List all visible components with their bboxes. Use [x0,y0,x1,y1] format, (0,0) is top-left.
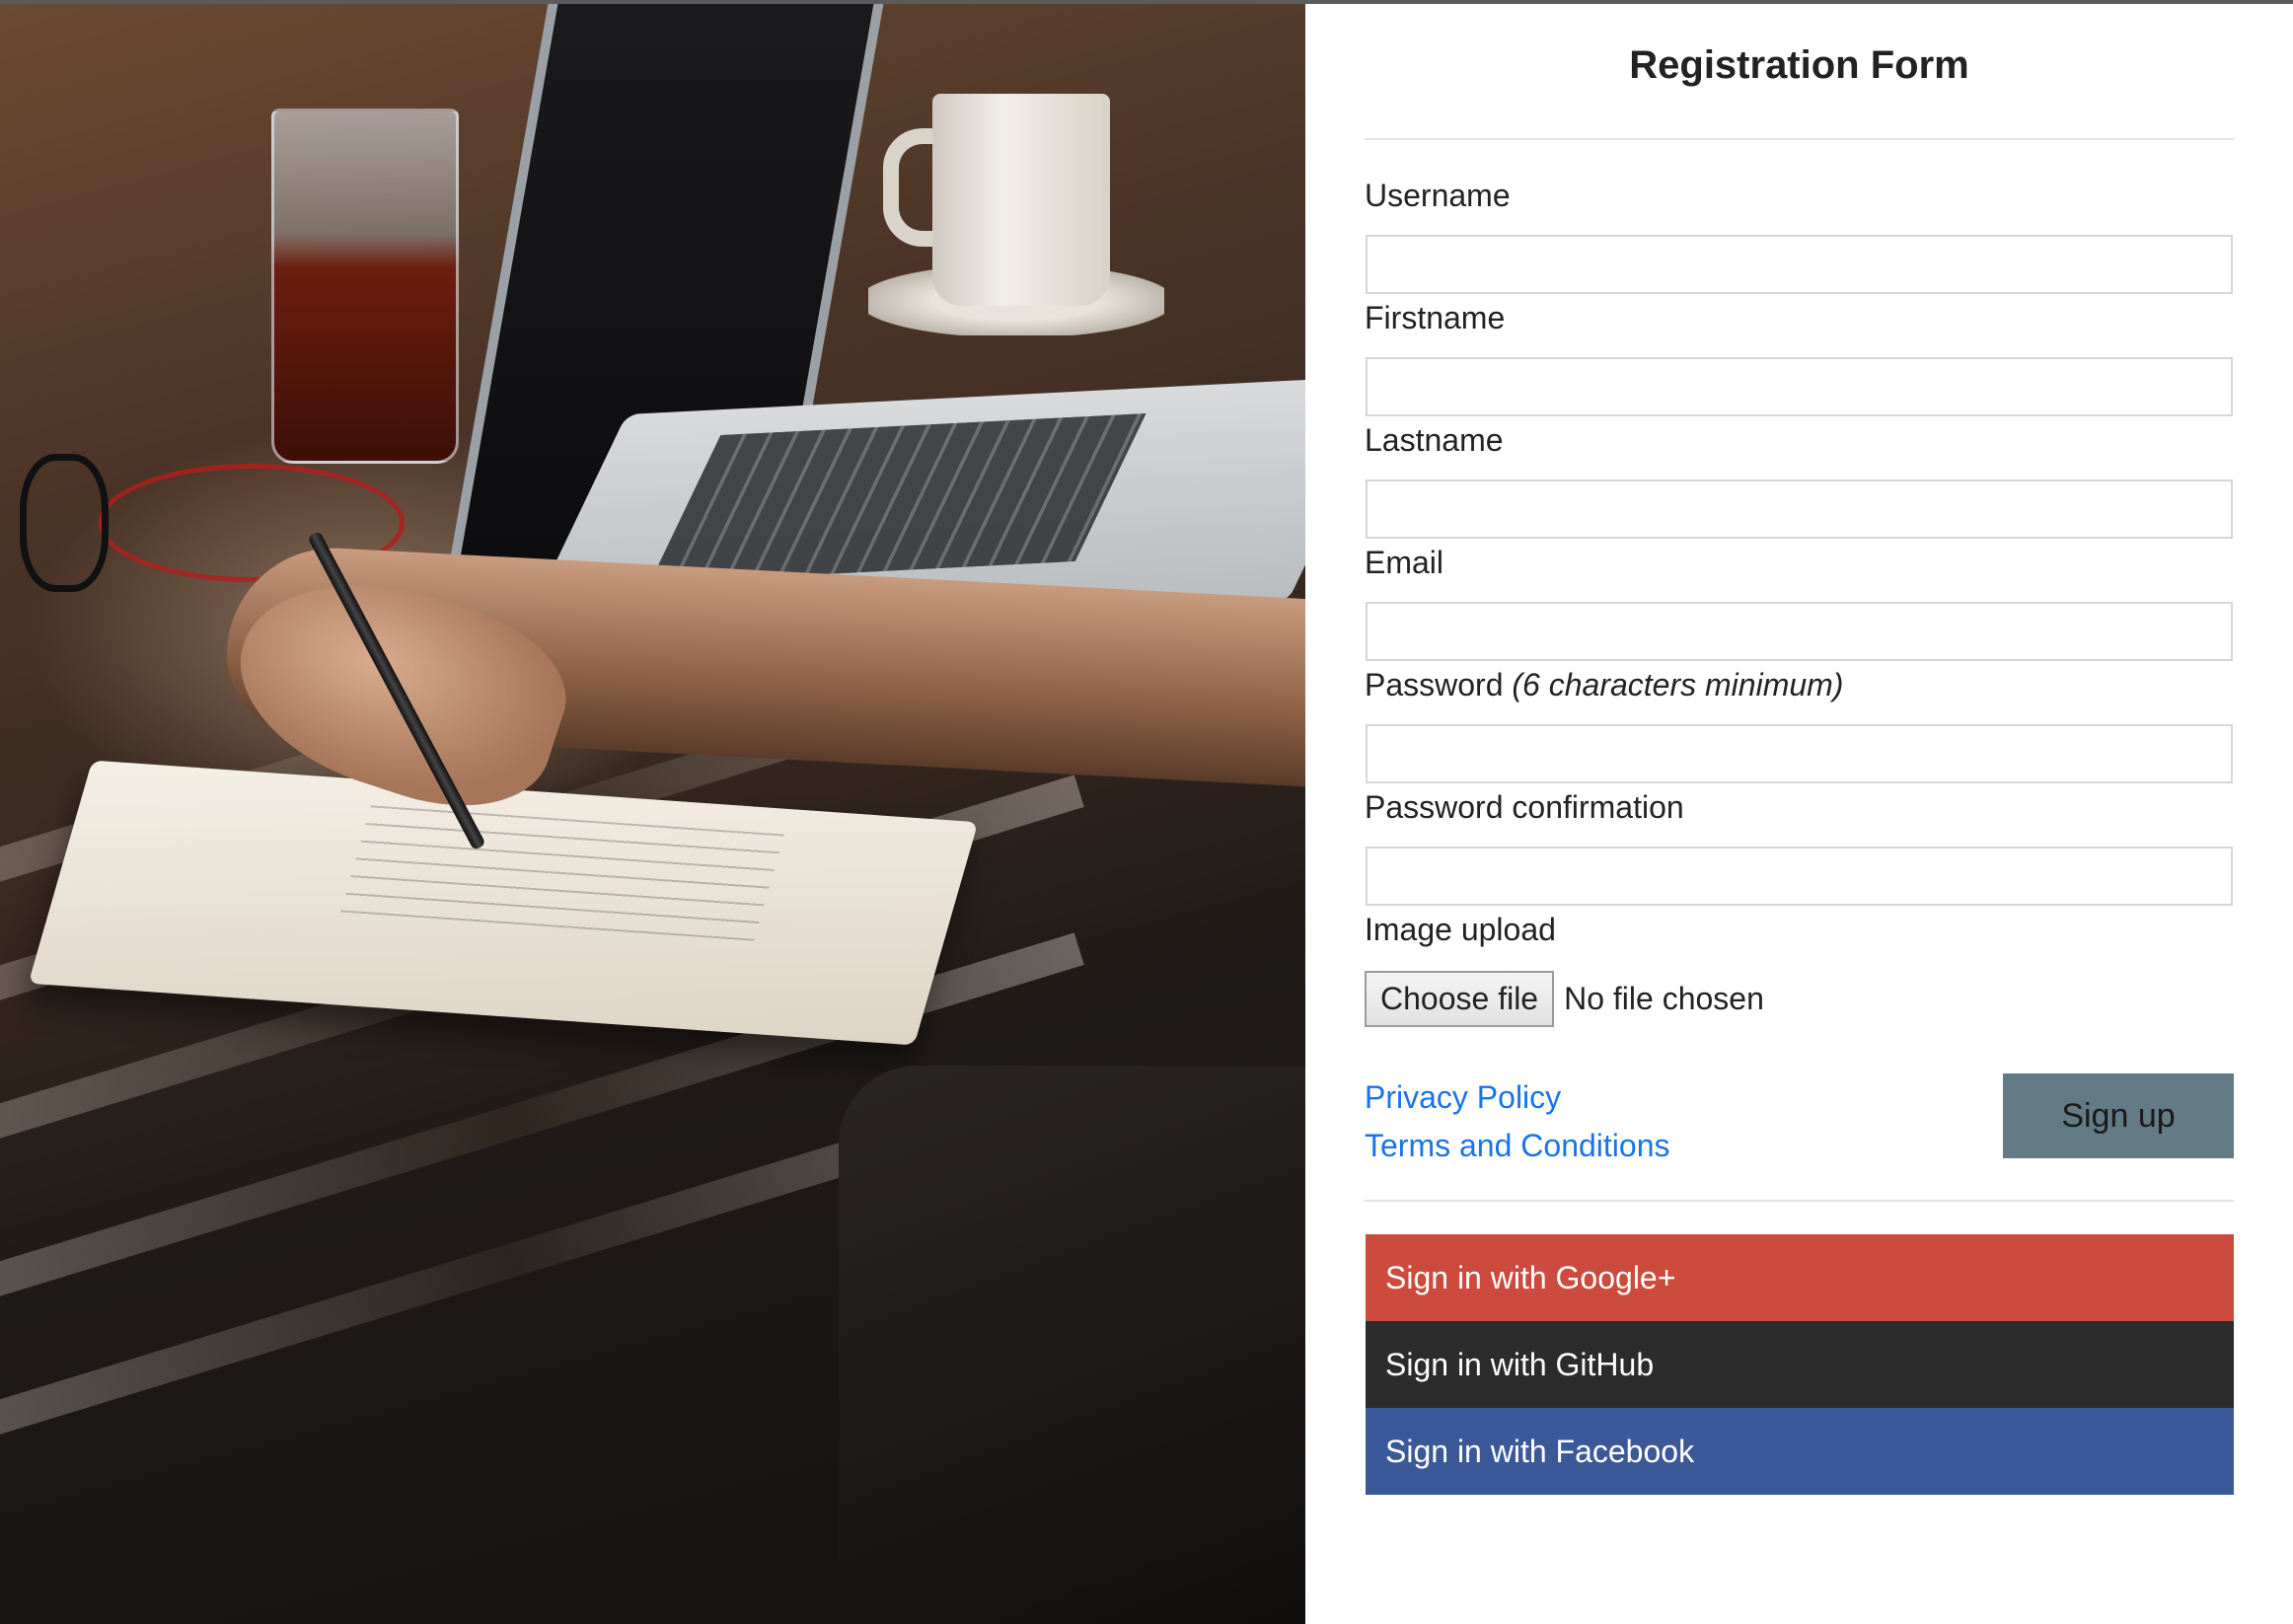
lastname-input[interactable] [1366,480,2233,539]
github-signin-button[interactable]: Sign in with GitHub [1366,1321,2234,1408]
password-input[interactable] [1366,724,2233,783]
password-hint: (6 characters minimum) [1512,667,1844,702]
lastname-label: Lastname [1365,422,1504,458]
terms-and-conditions-link[interactable]: Terms and Conditions [1365,1128,1669,1164]
registration-page: Registration Form Username Firstname Las… [0,0,2293,1624]
laptop-keyboard [649,413,1146,583]
google-signin-button[interactable]: Sign in with Google+ [1366,1234,2234,1321]
username-label: Username [1365,178,1511,213]
facebook-signin-button[interactable]: Sign in with Facebook [1366,1408,2234,1495]
password-confirmation-input[interactable] [1366,847,2233,906]
email-label: Email [1365,545,1444,580]
firstname-input[interactable] [1366,357,2233,416]
title-divider [1365,138,2234,140]
privacy-policy-link[interactable]: Privacy Policy [1365,1079,1561,1116]
top-border [0,0,2293,4]
username-input[interactable] [1366,235,2233,294]
registration-panel: Registration Form Username Firstname Las… [1305,4,2293,1624]
password-label-row: Password (6 characters minimum) [1365,667,1843,703]
file-status-text: No file chosen [1564,980,1764,1016]
email-input[interactable] [1366,602,2233,661]
shadow-area [839,1066,1305,1624]
workspace-photo [0,0,1305,1624]
drinking-glass [271,109,459,464]
firstname-label: Firstname [1365,300,1506,335]
eyeglasses [20,454,109,592]
image-upload-label: Image upload [1365,912,1556,947]
password-confirmation-label: Password confirmation [1365,789,1684,825]
coffee-mug [932,94,1110,306]
choose-file-button[interactable]: Choose file [1365,970,1555,1027]
sign-up-button[interactable]: Sign up [2003,1073,2234,1158]
file-upload-control: Choose file No file chosen [1365,969,1764,1028]
actions-divider [1365,1200,2234,1202]
password-label: Password [1365,667,1504,702]
form-title: Registration Form [1629,43,1969,87]
